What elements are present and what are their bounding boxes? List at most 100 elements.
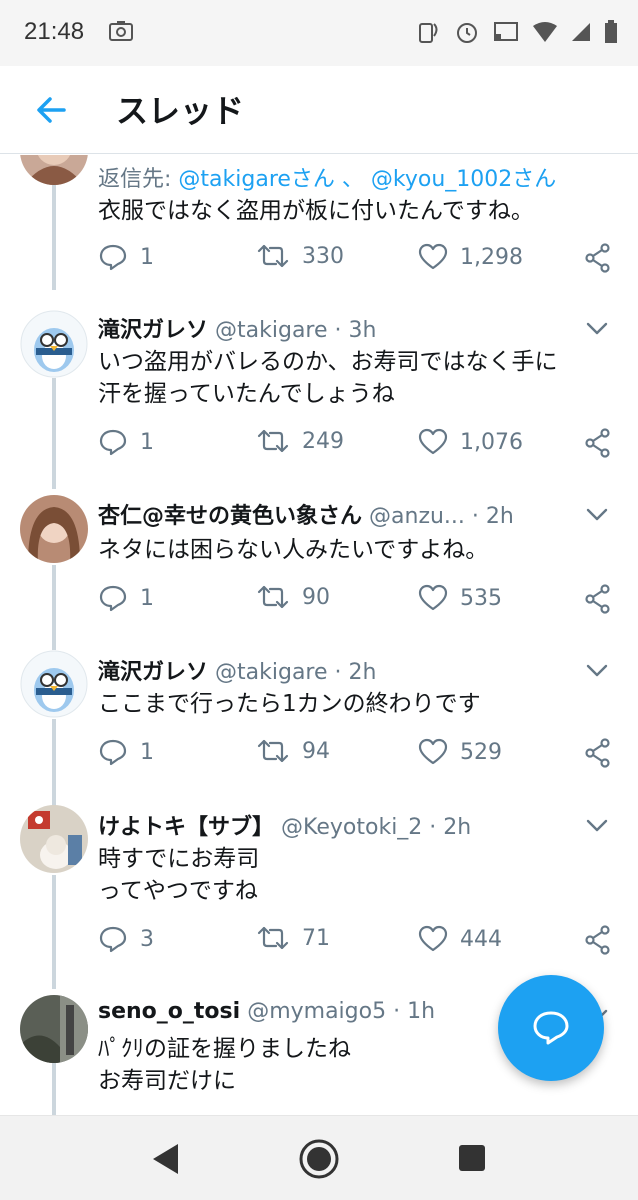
avatar[interactable] [20, 995, 88, 1063]
share-icon [585, 428, 610, 458]
reply-icon [99, 739, 127, 766]
avatar[interactable] [20, 650, 88, 718]
thread-feed[interactable]: 返信先: @takigareさん 、 @kyou_1002さん 衣服ではなく盗用… [0, 155, 638, 1115]
share-button[interactable] [584, 925, 612, 955]
retweet-button[interactable]: 330 [256, 243, 344, 269]
mention-link[interactable]: @kyou_1002さん [371, 167, 556, 192]
share-icon [585, 584, 610, 614]
share-button[interactable] [584, 243, 612, 273]
retweet-icon [257, 585, 289, 609]
nav-home-icon[interactable] [298, 1138, 340, 1180]
chevron-down-icon[interactable] [586, 322, 608, 336]
display-name[interactable]: 滝沢ガレソ [98, 318, 208, 343]
battery-icon [605, 20, 617, 43]
nfc-icon [419, 23, 438, 43]
arrow-left-icon[interactable] [30, 90, 70, 130]
reply-count: 3 [140, 926, 154, 952]
nav-back-icon[interactable] [150, 1142, 180, 1176]
retweet-icon [257, 926, 289, 950]
screenshot-icon [109, 21, 133, 41]
heart-icon [418, 243, 448, 270]
avatar[interactable] [20, 310, 88, 378]
tweet-time: 1h [407, 999, 436, 1024]
reply-button[interactable]: 1 [98, 428, 154, 456]
display-name[interactable]: seno_o_tosi [98, 999, 240, 1024]
mention-link[interactable]: @takigareさん [178, 167, 335, 192]
like-count: 535 [460, 585, 502, 611]
wifi-icon [533, 22, 557, 42]
share-icon [585, 243, 610, 273]
tweet-item[interactable]: 返信先: @takigareさん 、 @kyou_1002さん 衣服ではなく盗用… [0, 155, 638, 290]
user-handle[interactable]: @takigare [215, 660, 328, 685]
status-icons [414, 18, 618, 46]
like-button[interactable]: 535 [418, 584, 502, 612]
like-button[interactable]: 1,076 [418, 428, 523, 456]
user-handle[interactable]: @takigare [215, 318, 328, 343]
chevron-down-icon[interactable] [586, 819, 608, 833]
tweet-actions: 1 94 529 [98, 738, 612, 772]
tweet-text: 衣服ではなく盗用が板に付いたんですね。 [98, 198, 534, 224]
separator-dot: · [327, 660, 349, 685]
reply-to-line: 返信先: @takigareさん 、 @kyou_1002さん [98, 161, 556, 193]
retweet-icon [257, 244, 289, 268]
chevron-down-icon[interactable] [586, 664, 608, 678]
separator-dot: · [327, 318, 349, 343]
retweet-button[interactable]: 249 [256, 428, 344, 454]
user-handle[interactable]: @anzu... [369, 504, 465, 529]
user-handle[interactable]: @Keyotoki_2 [281, 815, 422, 840]
cast-icon [494, 22, 518, 41]
tweet-item[interactable]: 滝沢ガレソ @takigare · 3h いつ盗用がバレるのか、お寿司ではなく手… [0, 290, 638, 460]
nav-recents-icon[interactable] [458, 1144, 486, 1172]
share-icon [585, 738, 610, 768]
heart-icon [418, 428, 448, 455]
tweet-time: 3h [348, 318, 377, 343]
tweet-time: 2h [485, 504, 514, 529]
share-button[interactable] [584, 738, 612, 768]
reply-button[interactable]: 3 [98, 925, 154, 953]
like-count: 1,298 [460, 244, 523, 270]
avatar[interactable] [20, 805, 88, 873]
like-count: 444 [460, 926, 502, 952]
separator-dot: · [464, 504, 486, 529]
tweet-text: 時すでにお寿司 ってやつですね [98, 846, 260, 904]
chevron-down-icon[interactable] [586, 508, 608, 522]
like-button[interactable]: 1,298 [418, 243, 523, 271]
retweet-button[interactable]: 71 [256, 925, 330, 951]
reply-button[interactable]: 1 [98, 243, 154, 271]
tweet-item[interactable]: けよトキ【サブ】 @Keyotoki_2 · 2h 時すでにお寿司 ってやつです… [0, 775, 638, 965]
compose-reply-button[interactable] [498, 975, 604, 1081]
reply-button[interactable]: 1 [98, 584, 154, 612]
tweet-actions: 1 330 1,298 [98, 243, 612, 277]
reply-button[interactable]: 1 [98, 738, 154, 766]
avatar[interactable] [20, 155, 88, 185]
retweet-count: 330 [302, 243, 344, 269]
system-nav-bar [0, 1115, 638, 1200]
share-button[interactable] [584, 584, 612, 614]
display-name[interactable]: 滝沢ガレソ [98, 660, 208, 685]
reply-to-label: 返信先: [98, 167, 179, 192]
like-button[interactable]: 444 [418, 925, 502, 953]
display-name[interactable]: 杏仁@幸せの黄色い象さん [98, 504, 362, 529]
heart-icon [418, 584, 448, 611]
retweet-button[interactable]: 94 [256, 738, 330, 764]
avatar[interactable] [20, 495, 88, 563]
alarm-icon [457, 23, 477, 43]
tweet-time: 2h [348, 660, 377, 685]
tweet-item[interactable]: 杏仁@幸せの黄色い象さん @anzu... · 2h ネタには困らない人みたいで… [0, 460, 638, 620]
reply-icon [99, 429, 127, 456]
user-handle[interactable]: @mymaigo5 [247, 999, 386, 1024]
retweet-icon [257, 429, 289, 453]
display-name[interactable]: けよトキ【サブ】 [98, 815, 274, 840]
share-button[interactable] [584, 428, 612, 458]
like-button[interactable]: 529 [418, 738, 502, 766]
mention-separator: 、 [334, 167, 371, 192]
reply-count: 1 [140, 739, 154, 765]
reply-icon [99, 585, 127, 612]
share-icon [585, 925, 610, 955]
status-time: 21:48 [24, 18, 85, 45]
tweet-header: 滝沢ガレソ @takigare · 3h [98, 312, 578, 344]
tweet-text: ネタには困らない人みたいですよね。 [98, 537, 489, 563]
tweet-item[interactable]: 滝沢ガレソ @takigare · 2h ここまで行ったら1カンの終わりです 1… [0, 620, 638, 775]
retweet-button[interactable]: 90 [256, 584, 330, 610]
tweet-header: 杏仁@幸せの黄色い象さん @anzu... · 2h [98, 498, 578, 530]
